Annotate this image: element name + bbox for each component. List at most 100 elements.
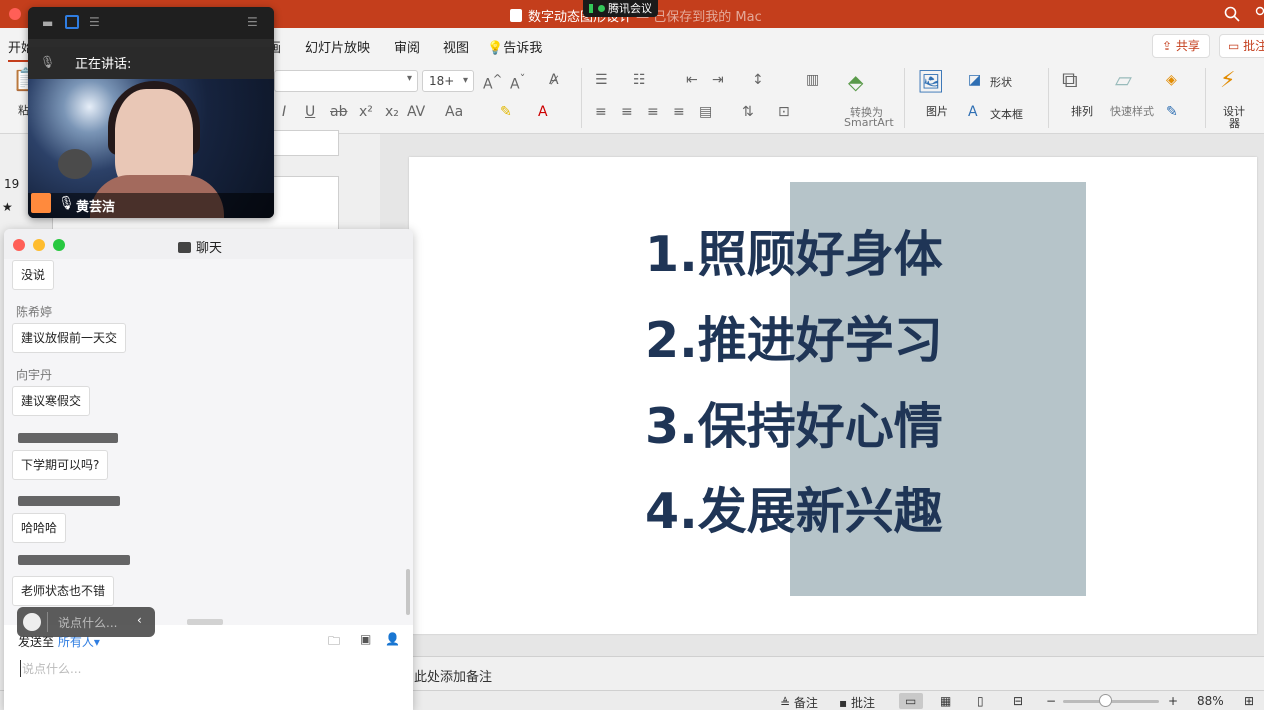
fit-to-window-icon[interactable]: ⊞ bbox=[1244, 694, 1254, 708]
tab-tell-me[interactable]: 💡告诉我 bbox=[487, 37, 542, 56]
chat-message[interactable]: 没说 bbox=[12, 260, 55, 290]
user-icon[interactable] bbox=[1254, 6, 1264, 22]
chat-message[interactable]: 下学期可以吗? bbox=[12, 450, 109, 480]
comment-icon: ▭ bbox=[1228, 39, 1244, 53]
emoji-icon[interactable] bbox=[23, 613, 41, 631]
comments-toggle[interactable]: ▪ 批注 bbox=[839, 694, 875, 710]
tab-slideshow[interactable]: 幻灯片放映 bbox=[305, 37, 370, 56]
chat-message[interactable]: 哈哈哈 bbox=[12, 513, 67, 543]
decrease-indent-icon[interactable]: ⇤ bbox=[686, 72, 698, 88]
microphone-icon: 🎙 bbox=[40, 55, 56, 69]
align-center-icon[interactable]: ≡ bbox=[621, 104, 633, 120]
announcement-icon[interactable]: ▣ bbox=[360, 632, 378, 648]
increase-indent-icon[interactable]: ⇥ bbox=[712, 72, 724, 88]
shape-outline-icon[interactable]: ✎ bbox=[1166, 104, 1178, 120]
share-button[interactable]: ⇪ 共享 bbox=[1152, 34, 1210, 58]
chat-input[interactable]: 说点什么... bbox=[20, 660, 81, 677]
chat-header: 聊天 bbox=[4, 229, 413, 259]
slide-point-2[interactable]: 2.推进好学习 bbox=[645, 313, 943, 369]
arrange-icon[interactable]: ⧉ bbox=[1062, 68, 1078, 93]
smartart-icon[interactable]: ⬘ bbox=[848, 70, 863, 94]
slide-number: 19 bbox=[4, 177, 20, 191]
minimize-icon[interactable]: ▬ bbox=[42, 16, 53, 30]
superscript-icon[interactable]: x² bbox=[359, 104, 373, 120]
char-spacing-icon[interactable]: AV bbox=[407, 104, 425, 120]
ribbon-divider bbox=[581, 68, 582, 128]
member-icon[interactable]: 👤 bbox=[385, 632, 403, 648]
collapse-icon[interactable]: ☰ bbox=[247, 15, 258, 29]
tab-review[interactable]: 审阅 bbox=[394, 37, 420, 56]
comments-button[interactable]: ▭ 批注 bbox=[1219, 34, 1264, 58]
smartart-label-2: SmartArt bbox=[844, 116, 894, 129]
zoom-level[interactable]: 88% bbox=[1197, 694, 1224, 708]
file-icon[interactable]: 🗀 bbox=[328, 632, 346, 648]
minimize-chat-button[interactable] bbox=[33, 239, 45, 251]
list-view-icon[interactable]: ☰ bbox=[89, 15, 100, 29]
shape-fill-icon[interactable]: ◈ bbox=[1166, 72, 1177, 88]
share-icon: ⇪ bbox=[1162, 39, 1176, 53]
italic-icon[interactable]: I bbox=[282, 104, 286, 120]
zoom-out-icon[interactable]: − bbox=[1046, 694, 1056, 708]
align-left-icon[interactable]: ≡ bbox=[595, 104, 607, 120]
signal-icon bbox=[589, 4, 593, 13]
ribbon-divider bbox=[1048, 68, 1049, 128]
bullets-icon[interactable]: ☰ bbox=[595, 72, 608, 88]
quick-styles-icon[interactable]: ▱ bbox=[1115, 68, 1132, 93]
chat-message[interactable]: 老师状态也不错 bbox=[12, 576, 115, 606]
change-case-icon[interactable]: Aa bbox=[445, 104, 463, 120]
font-name-select[interactable] bbox=[274, 70, 418, 92]
search-icon[interactable] bbox=[1224, 6, 1240, 22]
grow-font-icon[interactable]: A^ bbox=[483, 72, 502, 93]
distributed-icon[interactable]: ▤ bbox=[699, 104, 712, 120]
quick-reply-bar[interactable]: 说点什么... ‹ bbox=[17, 607, 155, 637]
chat-message[interactable]: 建议放假前一天交 bbox=[12, 323, 127, 353]
chevron-down-icon[interactable]: ▾ bbox=[94, 635, 100, 649]
chevron-left-icon[interactable]: ‹ bbox=[137, 613, 142, 627]
notes-toggle[interactable]: ≜ 备注 bbox=[780, 694, 818, 710]
shapes-icon[interactable]: ◪ bbox=[968, 72, 981, 88]
numbering-icon[interactable]: ☷ bbox=[633, 72, 646, 88]
close-window-button[interactable] bbox=[9, 8, 21, 20]
slide-point-3[interactable]: 3.保持好心情 bbox=[645, 399, 943, 455]
video-window[interactable]: ▬ ☰ ☰ 🎙 正在讲话: 🎙 黄芸洁 bbox=[28, 7, 274, 218]
tab-view[interactable]: 视图 bbox=[443, 37, 469, 56]
strikethrough-icon[interactable]: ab bbox=[330, 104, 347, 120]
slide-point-4[interactable]: 4.发展新兴趣 bbox=[645, 484, 943, 540]
textbox-icon[interactable]: A bbox=[968, 104, 978, 120]
slide-point-1[interactable]: 1.照顾好身体 bbox=[645, 227, 943, 283]
justify-icon[interactable]: ≡ bbox=[673, 104, 685, 120]
notes-pane[interactable]: 此处添加备注 bbox=[380, 656, 1264, 690]
recipient-select[interactable]: 所有人 bbox=[58, 635, 94, 649]
line-spacing-icon[interactable]: ↕ bbox=[752, 72, 764, 88]
picture-icon[interactable]: 🖼 bbox=[917, 70, 945, 95]
shrink-font-icon[interactable]: Aˇ bbox=[510, 72, 525, 93]
slideshow-icon[interactable]: ⊟ bbox=[1013, 694, 1023, 708]
redacted-sender bbox=[18, 433, 118, 443]
highlight-icon[interactable]: ✎ bbox=[500, 104, 512, 120]
align-right-icon[interactable]: ≡ bbox=[647, 104, 659, 120]
zoom-in-icon[interactable]: + bbox=[1168, 694, 1178, 708]
quick-reply-input[interactable]: 说点什么... bbox=[58, 614, 117, 631]
speaking-bar: 🎙 bbox=[28, 47, 274, 79]
slide-sorter-icon[interactable]: ▦ bbox=[940, 694, 951, 708]
align-text-icon[interactable]: ⊡ bbox=[778, 104, 790, 120]
clear-format-icon[interactable]: A̷ bbox=[549, 72, 559, 88]
chat-message[interactable]: 建议寒假交 bbox=[12, 386, 91, 416]
font-color-icon[interactable]: A bbox=[538, 104, 548, 120]
reading-view-icon[interactable]: ▯ bbox=[977, 694, 984, 708]
maximize-chat-button[interactable] bbox=[53, 239, 65, 251]
designer-icon[interactable]: ⚡ bbox=[1220, 68, 1235, 93]
zoom-slider-handle[interactable] bbox=[1099, 694, 1112, 707]
columns-icon[interactable]: ▥ bbox=[806, 72, 819, 88]
close-chat-button[interactable] bbox=[13, 239, 25, 251]
chat-window[interactable]: 聊天 没说 陈希婷 建议放假前一天交 向宇丹 建议寒假交 下学期可以吗? 哈哈哈… bbox=[4, 229, 413, 710]
meeting-status-badge[interactable]: 腾讯会议 bbox=[583, 0, 658, 17]
text-direction-icon[interactable]: ⇅ bbox=[742, 104, 754, 120]
subscript-icon[interactable]: x₂ bbox=[385, 104, 399, 120]
video-toolbar: ▬ ☰ ☰ bbox=[28, 7, 274, 39]
chat-scrollbar[interactable] bbox=[406, 569, 410, 615]
font-size-select[interactable]: 18+ bbox=[422, 70, 474, 92]
slide-canvas[interactable]: 1.照顾好身体 2.推进好学习 3.保持好心情 4.发展新兴趣 bbox=[409, 157, 1257, 634]
underline-icon[interactable]: U bbox=[305, 104, 315, 120]
gallery-view-icon[interactable] bbox=[65, 15, 79, 29]
